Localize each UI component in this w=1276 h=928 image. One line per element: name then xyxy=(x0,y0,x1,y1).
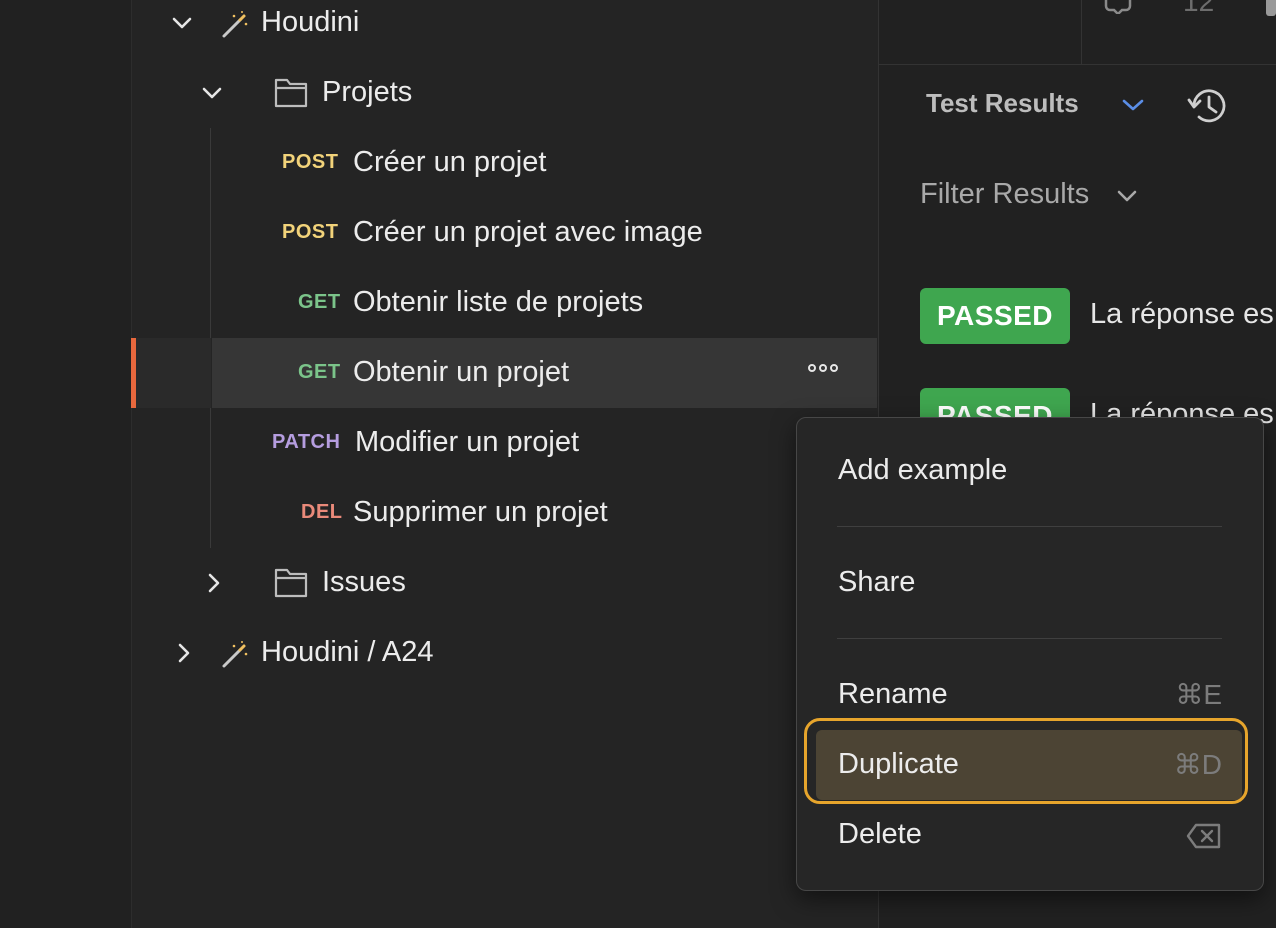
method-badge: PATCH xyxy=(272,431,341,453)
chevron-down-icon[interactable] xyxy=(172,13,192,33)
right-panel-toolbar xyxy=(879,0,1276,65)
request-name: Supprimer un projet xyxy=(353,496,608,528)
folder-issues[interactable]: Issues xyxy=(190,548,790,618)
menu-separator xyxy=(837,638,1222,639)
selected-row-indicator xyxy=(131,338,136,408)
folder-name: Issues xyxy=(322,566,406,598)
request-name: Créer un projet avec image xyxy=(353,216,703,248)
menu-item-duplicate[interactable]: Duplicate xyxy=(838,748,959,781)
chevron-down-icon[interactable] xyxy=(1122,98,1144,112)
chevron-down-icon[interactable] xyxy=(1116,189,1138,203)
folder-icon xyxy=(274,566,308,598)
request-item[interactable]: DEL Supprimer un projet xyxy=(212,478,872,548)
menu-separator xyxy=(837,526,1222,527)
chevron-right-icon[interactable] xyxy=(174,643,194,663)
method-badge: GET xyxy=(298,291,341,313)
comment-icon[interactable] xyxy=(1104,0,1132,16)
backspace-icon xyxy=(1186,823,1222,849)
folder-icon xyxy=(274,76,308,108)
magic-wand-icon xyxy=(220,10,250,40)
more-options-icon[interactable] xyxy=(808,364,838,372)
collection-name: Houdini xyxy=(261,6,360,38)
method-badge: DEL xyxy=(301,501,343,523)
selected-row-gutter xyxy=(136,338,211,408)
folder-projets[interactable]: Projets xyxy=(190,58,870,128)
shortcut-rename: ⌘E xyxy=(1175,679,1222,710)
collection-houdini-a24[interactable]: Houdini / A24 xyxy=(160,618,760,688)
left-strip xyxy=(0,0,130,928)
request-name: Créer un projet xyxy=(353,146,547,178)
menu-item-share[interactable]: Share xyxy=(838,566,915,599)
test-results-tab[interactable]: Test Results xyxy=(926,88,1079,119)
collection-name: Houdini / A24 xyxy=(261,636,434,668)
menu-item-rename[interactable]: Rename xyxy=(838,678,948,711)
overflow-icon[interactable] xyxy=(1266,0,1276,16)
menu-item-delete[interactable]: Delete xyxy=(838,818,922,851)
filter-label: Filter Results xyxy=(920,178,1090,210)
history-icon[interactable] xyxy=(1187,86,1229,126)
magic-wand-icon xyxy=(220,640,250,670)
method-badge: POST xyxy=(282,221,339,243)
request-item[interactable]: GET Obtenir liste de projets xyxy=(212,268,872,338)
collection-houdini[interactable]: Houdini xyxy=(160,0,860,58)
toolbar-divider xyxy=(1081,0,1082,64)
method-badge: POST xyxy=(282,151,339,173)
status-badge: PASSED xyxy=(920,288,1070,344)
chevron-down-icon[interactable] xyxy=(202,83,222,103)
request-item[interactable]: POST Créer un projet avec image xyxy=(212,198,872,268)
request-name: Modifier un projet xyxy=(355,426,580,458)
request-item[interactable]: PATCH Modifier un projet xyxy=(212,408,872,478)
chevron-right-icon[interactable] xyxy=(204,573,224,593)
folder-name: Projets xyxy=(322,76,413,108)
request-name: Obtenir liste de projets xyxy=(353,286,644,318)
menu-item-add-example[interactable]: Add example xyxy=(838,454,1007,487)
request-name: Obtenir un projet xyxy=(353,356,570,388)
test-result-text: La réponse es xyxy=(1090,298,1274,330)
request-item-selected[interactable]: GET Obtenir un projet xyxy=(212,338,872,408)
shortcut-duplicate: ⌘D xyxy=(1173,749,1222,780)
comment-count: 12 xyxy=(1183,0,1215,17)
request-item[interactable]: POST Créer un projet xyxy=(212,128,872,198)
filter-results-dropdown[interactable]: Filter Results xyxy=(920,178,1089,211)
method-badge: GET xyxy=(298,361,341,383)
